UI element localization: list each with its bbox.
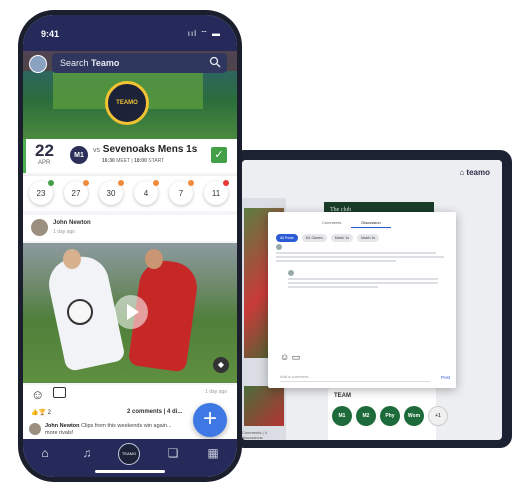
chat-icon[interactable]: ❏ xyxy=(165,445,181,461)
team-title: TEAM xyxy=(334,393,351,399)
check-icon[interactable]: ✓ xyxy=(211,147,227,163)
add-post-button[interactable]: + xyxy=(193,403,227,437)
post-timestamp: 1 day ago xyxy=(53,229,75,235)
team-badge-logo[interactable]: TEAMO xyxy=(105,81,149,125)
avatar[interactable] xyxy=(29,423,41,435)
post-header: John Newton 1 day ago xyxy=(23,215,237,241)
status-bar: 9:41 ııl ⌔ ▬ xyxy=(23,15,237,51)
post-ago: 1 day ago xyxy=(205,389,227,395)
team-chip[interactable]: M2 xyxy=(356,406,376,426)
comment-icon[interactable] xyxy=(53,387,66,398)
avatar[interactable] xyxy=(31,219,48,236)
comments-dialog: Comments Discussion All Posts M1 Games M… xyxy=(268,212,456,388)
laptop-topbar: ⌂ teamo xyxy=(242,160,502,186)
emoji-icon[interactable]: ☺ xyxy=(31,387,44,402)
avatar[interactable] xyxy=(29,55,47,73)
fixture-times: 16:30 MEET | 18:00 START xyxy=(102,158,165,164)
laptop-feed-caption: Comments | 4 discussions xyxy=(242,430,267,440)
team-chip-more[interactable]: +1 xyxy=(428,406,448,426)
team-chip[interactable]: Wom xyxy=(404,406,424,426)
tag-icon[interactable]: ◆ xyxy=(213,357,229,373)
availability-count[interactable]: 23 xyxy=(29,180,54,205)
availability-count[interactable]: 4 xyxy=(134,180,159,205)
team-chip[interactable]: Phy xyxy=(380,406,400,426)
dialog-comment xyxy=(276,244,448,262)
home-icon[interactable]: ⌂ xyxy=(37,445,53,461)
dialog-reply xyxy=(288,270,448,288)
team-panel: TEAM M1 M2 Phy Wom +1 xyxy=(328,388,448,440)
availability-count[interactable]: 27 xyxy=(64,180,89,205)
dialog-tabs: Comments Discussion xyxy=(312,218,391,228)
bottom-nav: ⌂ ♫ TEAMO ❏ ▦ xyxy=(23,439,237,477)
fixture-day: 22 xyxy=(35,141,54,160)
availability-count[interactable]: 30 xyxy=(99,180,124,205)
team-chips: M1 M2 Phy Wom +1 xyxy=(332,406,448,426)
dialog-filter-pills: All Posts M1 Games Match 1s Match 2s xyxy=(276,234,380,242)
filter-pill[interactable]: M1 Games xyxy=(301,234,327,242)
dialog-comment-input[interactable]: Add a comment... xyxy=(280,374,430,382)
dialog-reaction-icons[interactable]: ☺ ▭ xyxy=(280,352,300,363)
fixture-month: APR xyxy=(38,160,51,166)
team-header: Search Teamo TEAMO xyxy=(23,51,237,139)
calendar-icon[interactable]: ▦ xyxy=(205,445,221,461)
filter-pill[interactable]: Match 1s xyxy=(330,234,353,242)
team-chip[interactable]: M1 xyxy=(332,406,352,426)
fixture-title: vs Sevenoaks Mens 1s xyxy=(93,144,198,155)
avatar xyxy=(276,244,282,250)
post-author[interactable]: John Newton xyxy=(53,220,91,226)
team-logo-icon[interactable]: TEAMO xyxy=(118,443,140,465)
filter-pill[interactable]: All Posts xyxy=(276,234,298,242)
availability-row: 23 27 30 4 7 11 xyxy=(23,175,237,211)
laptop-logo: ⌂ teamo xyxy=(459,168,490,177)
phone-screen: 9:41 ııl ⌔ ▬ Search Teamo TEAMO 22 APR M… xyxy=(23,15,237,477)
tab-discussion[interactable]: Discussion xyxy=(351,218,391,228)
reaction-summary[interactable]: 👍🏆 2 xyxy=(31,409,51,416)
phone-device: 9:41 ııl ⌔ ▬ Search Teamo TEAMO 22 APR M… xyxy=(18,10,242,482)
fixture-card[interactable]: 22 APR M1 vs Sevenoaks Mens 1s 16:30 MEE… xyxy=(23,139,237,173)
play-icon[interactable] xyxy=(114,295,148,329)
status-time: 9:41 xyxy=(41,29,60,39)
search-label: Search Teamo xyxy=(60,58,120,68)
comments-count[interactable]: 2 comments | 4 di... xyxy=(127,409,182,415)
comment-preview[interactable]: John Newton Clips from this weekends win… xyxy=(45,423,175,437)
post-video[interactable]: ◆ xyxy=(23,243,237,383)
status-icons: ııl ⌔ ▬ xyxy=(187,29,221,38)
team-badge: M1 xyxy=(70,146,88,164)
filter-pill[interactable]: Match 2s xyxy=(356,234,380,242)
search-icon[interactable] xyxy=(209,56,221,68)
search-input[interactable]: Search Teamo xyxy=(52,53,227,73)
tab-comments[interactable]: Comments xyxy=(312,218,351,228)
avatar xyxy=(288,270,294,276)
availability-count[interactable]: 11 xyxy=(204,180,229,205)
dialog-post-button[interactable]: Post xyxy=(441,375,450,380)
home-indicator xyxy=(95,470,165,473)
bell-icon[interactable]: ♫ xyxy=(79,445,95,461)
availability-count[interactable]: 7 xyxy=(169,180,194,205)
laptop-feed-image-2[interactable] xyxy=(244,386,284,426)
